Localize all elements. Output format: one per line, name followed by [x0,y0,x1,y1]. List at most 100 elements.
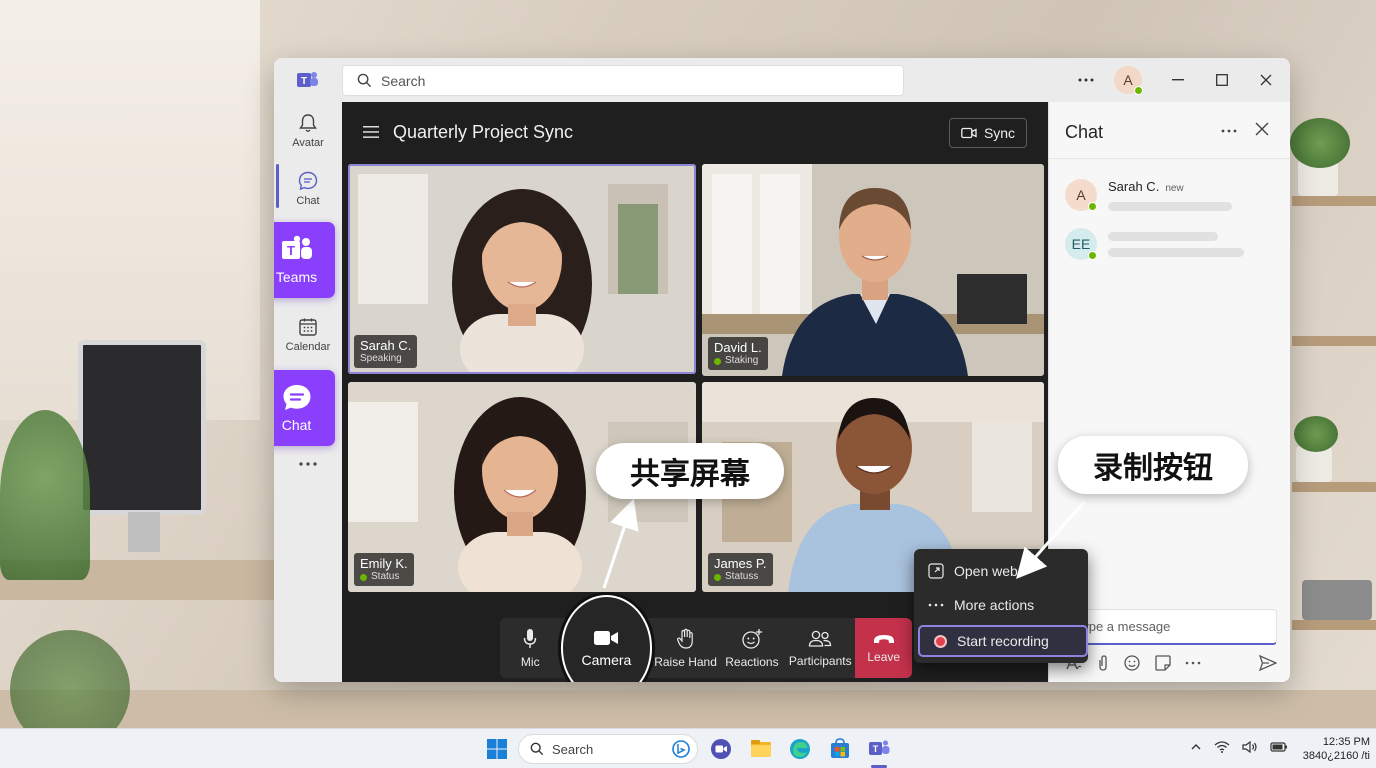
chat-conversation-item[interactable]: EE [1065,228,1275,262]
participant-nameplate: David L. Staking [708,337,768,370]
video-tile-sarah[interactable]: Sarah C. Speaking [348,164,696,374]
leave-button[interactable]: Leave [855,618,912,678]
camera-button[interactable]: Camera [560,595,653,682]
rail-item-activity[interactable]: Avatar [274,112,342,149]
hamburger-menu-icon[interactable] [363,126,379,138]
app-rail: Avatar Chat T Teams Calendar Chat [274,102,342,682]
search-input[interactable]: Search [342,65,904,96]
presence-dot-icon [714,573,721,581]
battery-icon[interactable] [1270,741,1288,753]
emoji-icon[interactable] [1123,654,1141,672]
presence-available-icon [1134,86,1143,95]
meet-app-icon[interactable] [709,737,733,761]
windows-taskbar: Search T 12:35 PM 3840¿2160 /ti [0,728,1376,768]
chat-conversation-item[interactable]: A Sarah C. new [1065,179,1275,213]
teams-window: T Search A Avatar Chat T Teams Calendar … [274,58,1290,682]
rail-item-teams[interactable]: T Teams [274,222,335,298]
store-icon[interactable] [828,737,852,761]
bell-icon [299,114,317,132]
video-tile-david[interactable]: David L. Staking [702,164,1044,376]
rail-item-chat-highlighted[interactable]: Chat [274,370,335,446]
more-actions-menu: Open web More actions Start recording [914,549,1088,663]
clock-time: 12:35 PM [1322,736,1370,748]
ellipsis-icon [1078,78,1094,82]
menu-item-label: Open web [954,563,1018,579]
participants-button[interactable]: Participants [785,618,855,678]
message-input[interactable]: Type a message [1063,609,1277,645]
conversation-name-text: Sarah C. [1108,179,1160,194]
file-explorer-icon[interactable] [749,737,773,761]
svg-text:T: T [873,744,879,754]
chat-more-options-button[interactable] [1221,120,1237,138]
hang-up-icon [873,634,894,643]
maximize-button[interactable] [1208,68,1236,92]
menu-item-start-recording[interactable]: Start recording [918,625,1088,657]
avatar: A [1065,179,1097,211]
background-floor [0,690,1376,730]
chevron-up-icon[interactable] [1190,741,1202,753]
rail-more-apps-button[interactable] [274,462,342,466]
wifi-icon[interactable] [1214,741,1230,753]
participant-nameplate: James P. Statuss [708,553,773,586]
microphone-icon [524,628,537,648]
background-plant [0,410,90,580]
speaker-icon[interactable] [1242,741,1258,753]
raise-hand-button[interactable]: Raise Hand [652,618,718,678]
teams-taskbar-icon[interactable]: T [867,737,891,761]
menu-item-label: Start recording [957,633,1049,649]
send-icon[interactable] [1259,655,1277,671]
background-books [1302,580,1372,620]
teams-logo-icon: T [297,72,318,87]
rail-label: Chat [281,417,312,433]
avatar-initials: A [1076,187,1086,203]
record-icon [934,634,947,648]
calendar-icon [299,318,317,336]
avatar-initials: EE [1071,236,1091,252]
rail-item-chat[interactable]: Chat [274,170,342,207]
close-icon[interactable] [1255,122,1269,136]
sync-button[interactable]: Sync [949,118,1027,148]
participant-name: James P. [714,556,767,571]
message-preview-placeholder [1108,232,1218,241]
reactions-button[interactable]: Reactions [719,618,785,678]
more-options-button[interactable] [1072,68,1100,92]
video-camera-icon [961,127,977,139]
new-badge: new [1165,183,1184,194]
search-placeholder: Search [381,72,426,89]
ellipsis-icon [299,462,317,466]
participants-label: Participants [788,653,852,668]
rail-item-calendar[interactable]: Calendar [274,316,342,353]
message-preview-placeholder [1108,202,1232,211]
attach-icon[interactable] [1096,654,1110,672]
background-shelf [1292,336,1376,346]
menu-item-more-actions[interactable]: More actions [914,589,1088,621]
people-icon [809,630,832,647]
sticker-icon[interactable] [1154,654,1172,672]
meeting-stage: Quarterly Project Sync Sync Sarah C. Spe… [342,102,1088,682]
background-shelf [1292,620,1376,630]
title-bar: T Search A [274,58,1290,102]
system-clock[interactable]: 12:35 PM 3840¿2160 /ti [1290,735,1370,763]
reactions-label: Reactions [725,654,779,669]
mic-button[interactable]: Mic [500,618,561,678]
video-camera-icon [594,630,619,645]
close-button[interactable] [1252,68,1280,92]
participant-name: Sarah C. [360,338,412,353]
avatar: EE [1065,228,1097,260]
profile-avatar[interactable]: A [1114,66,1143,95]
clock-date: 3840¿2160 /ti [1302,750,1370,762]
chat-bubble-icon [283,385,310,410]
taskbar-search[interactable]: Search [518,734,698,764]
record-button-callout: 录制按钮 [1058,436,1248,494]
presence-dot-icon [360,573,367,581]
background-shelf [1292,196,1376,206]
background-leaf [1290,118,1350,168]
menu-item-open-web[interactable]: Open web [914,555,1088,587]
divider [1049,158,1290,159]
minimize-button[interactable] [1164,68,1192,92]
ellipsis-icon[interactable] [1185,661,1201,665]
windows-start-icon[interactable] [485,737,509,761]
rail-label: Calendar [285,341,331,353]
participant-name: Emily K. [360,556,408,571]
edge-browser-icon[interactable] [788,737,812,761]
